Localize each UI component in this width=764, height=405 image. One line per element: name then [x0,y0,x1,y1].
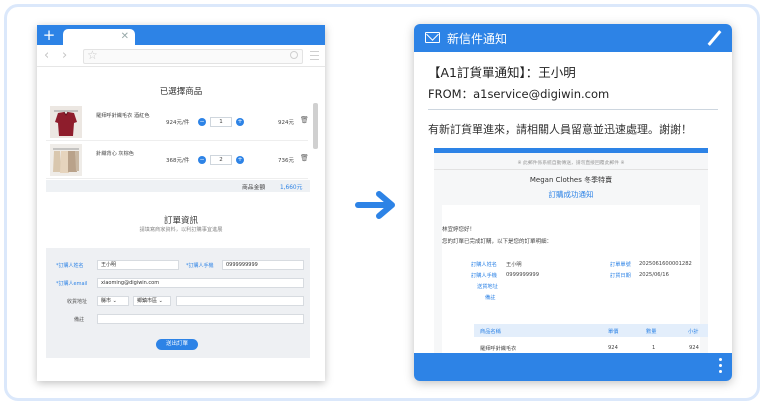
plus-button[interactable]: + [236,155,244,164]
preview-order-info: 訂購人姓名 王小明 訂購人手機 0999999999 送貨地址 備註 訂單單號 … [464,253,700,319]
info-key: 送貨地址 [477,284,498,290]
submit-order-button[interactable]: 送出訂單 [156,339,198,350]
product-row: 羅拜呼針織毛衣 酒紅色 924元/件 − 1 + 924元 🗑 [46,103,309,141]
table-cell: 羅拜呼針織毛衣 [480,346,517,352]
product-name: 針織背心 灰棕色 [96,151,134,157]
quantity-input[interactable]: 1 [210,116,232,127]
total-value: 1,660元 [280,185,303,191]
table-cell: 1 [652,345,656,351]
preview-notice: ※ 此郵件係系統自動傳送，請勿直接回覆此郵件 ※ [517,161,625,166]
product-price: 924元/件 [166,120,190,126]
menu-icon[interactable] [310,51,319,60]
note-input[interactable] [97,314,304,324]
total-label: 商品金額 [242,185,266,191]
mail-icon [425,32,440,43]
buyer-phone-label: *訂購人手機 [186,263,214,269]
note-label: 備註 [74,317,85,323]
info-key: 訂貨日期 [610,273,631,279]
back-arrow-icon[interactable]: ‹ [44,48,49,64]
table-header-cell: 小計 [688,329,699,335]
product-price: 368元/件 [166,158,190,164]
product-subtotal: 736元 [278,158,294,164]
preview-greeting: 林宜婷您好！ [442,227,476,233]
city-select[interactable]: 縣市 ⌄ [97,296,129,306]
email-panel: 新信件通知 【A1訂貨單通知】：王小明 FROM：a1service@digiw… [414,24,732,381]
email-header: 新信件通知 [414,24,732,52]
info-key: 備註 [485,295,496,301]
email-preview: ※ 此郵件係系統自動傳送，請勿直接回覆此郵件 ※ Megan Clothes 冬… [434,148,708,358]
nav-bar: ‹ › ☆ [37,45,325,67]
table-cell: 924 [689,345,699,351]
table-header-cell: 商品名稱 [480,329,501,335]
table-cell: 924 [608,345,618,351]
product-name: 羅拜呼針織毛衣 酒紅色 [96,113,150,119]
address-label: 收貨地址 [67,299,88,305]
minus-button[interactable]: − [198,155,206,164]
info-value: 0999999999 [506,272,540,278]
product-row: 針織背心 灰棕色 368元/件 − 2 + 736元 🗑 [46,141,309,179]
product-subtotal: 924元 [278,120,294,126]
sweater-red-image [50,106,82,138]
preview-greeting-detail: 您的訂單已完成訂購，以下是您的訂單明細： [442,239,553,245]
browser-window: + ✕ ‹ › ☆ 已選擇商品 羅拜呼針織毛衣 酒紅色 924元/件 − 1 +… [37,25,325,381]
scrollbar[interactable] [313,103,318,149]
star-icon[interactable]: ☆ [87,48,98,62]
table-header [474,324,708,337]
total-row: 商品金額 1,660元 [46,180,310,192]
table-header-cell: 單價 [608,329,619,335]
buyer-name-input[interactable]: 王小明 [97,260,179,270]
tab-bar: + ✕ [37,25,325,45]
preview-store-name: Megan Clothes 冬季特賣 [529,176,613,184]
district-select-value: 鄉鎮市區 [137,298,158,304]
email-header-title: 新信件通知 [447,32,508,46]
buyer-name-label: *訂購人姓名 [56,263,84,269]
divider [434,169,708,170]
browser-tab[interactable]: ✕ [63,29,135,45]
info-value: 王小明 [506,262,522,268]
info-value: 2025/06/16 [639,272,669,278]
preview-success-title: 訂購成功通知 [548,190,594,199]
forward-arrow-icon[interactable]: › [62,48,67,64]
tab-close-icon[interactable]: ✕ [121,30,129,44]
new-tab-button[interactable]: + [37,25,61,45]
table-header-cell: 數量 [646,329,657,335]
info-key: 訂購人姓名 [471,262,497,268]
more-icon[interactable] [719,358,722,376]
buyer-phone-input[interactable]: 0999999999 [222,260,304,270]
arrow-right-icon [355,191,395,219]
trash-icon[interactable]: 🗑 [300,116,309,124]
address-bar[interactable]: ☆ [83,48,303,64]
trash-icon[interactable]: 🗑 [300,154,309,162]
city-select-value: 縣市 [101,298,112,304]
buyer-email-label: *訂購人email [56,281,88,287]
order-title: 訂單資訊 [163,216,198,226]
plus-button[interactable]: + [236,117,244,126]
divider [428,109,718,110]
email-footer [414,353,732,381]
info-key: 訂單單號 [610,262,631,268]
quantity-input[interactable]: 2 [210,154,232,165]
email-subject: 【A1訂貨單通知】：王小明 [428,65,576,80]
location-icon[interactable] [290,51,298,59]
address-input[interactable] [176,296,304,306]
quantity-stepper: − 1 + [198,116,244,127]
email-body: 有新訂貨單進來，請相關人員留意並迅速處理。謝謝！ [428,123,692,136]
buyer-email-input[interactable]: xiaoming@digiwin.com [97,278,304,288]
order-subtitle: 請填寫商家資料，以利訂購事宜進展 [139,227,223,233]
pen-icon[interactable] [707,30,722,46]
vest-beige-image [50,144,82,176]
minus-button[interactable]: − [198,117,206,126]
info-key: 訂購人手機 [471,273,497,279]
cart-title: 已選擇商品 [159,87,203,97]
product-list: 羅拜呼針織毛衣 酒紅色 924元/件 − 1 + 924元 🗑 針織背心 灰棕色… [46,103,309,179]
quantity-stepper: − 2 + [198,154,244,165]
email-from: FROM：a1service@digiwin.com [428,87,610,101]
district-select[interactable]: 鄉鎮市區 ⌄ [133,296,171,306]
info-value: 2025061600001282 [639,261,692,267]
